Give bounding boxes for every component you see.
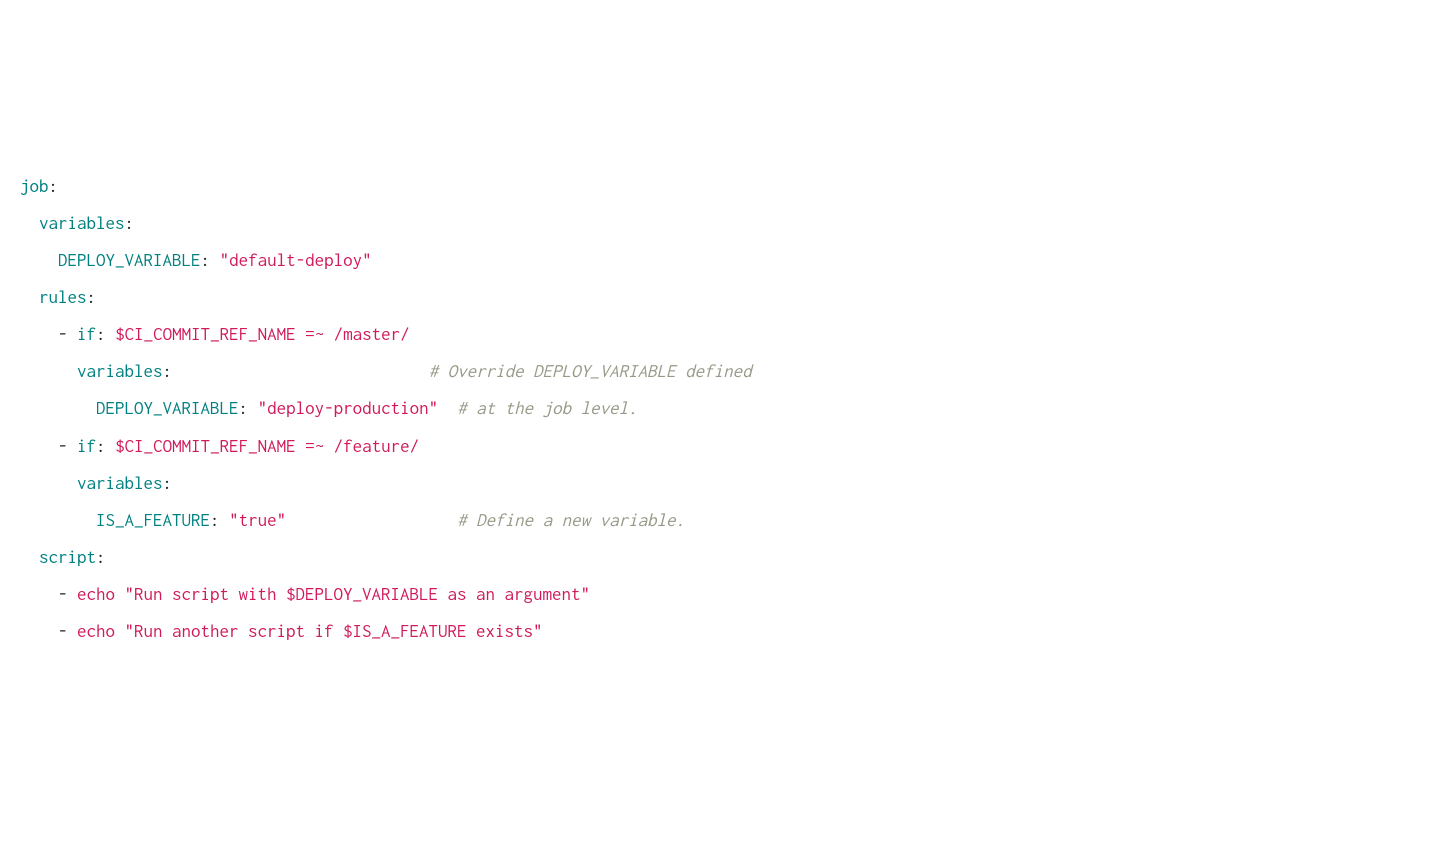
yaml-key: if (77, 436, 96, 456)
yaml-dash: - (58, 324, 68, 344)
yaml-key: DEPLOY_VARIABLE (96, 398, 239, 418)
code-line: job: (20, 176, 58, 196)
yaml-colon: : (96, 436, 106, 456)
code-line: variables: (20, 473, 172, 493)
yaml-key: if (77, 324, 96, 344)
yaml-colon: : (163, 473, 173, 493)
yaml-colon: : (210, 510, 220, 530)
code-line: - if: $CI_COMMIT_REF_NAME =~ /feature/ (20, 436, 419, 456)
yaml-dash: - (58, 436, 68, 456)
code-line: DEPLOY_VARIABLE: "default-deploy" (20, 250, 372, 270)
yaml-string: "default-deploy" (220, 250, 372, 270)
yaml-string: echo "Run another script if $IS_A_FEATUR… (77, 621, 543, 641)
yaml-code-block: job: variables: DEPLOY_VARIABLE: "defaul… (20, 168, 1430, 650)
yaml-key: variables (77, 361, 163, 381)
yaml-key: job (20, 176, 49, 196)
yaml-colon: : (163, 361, 173, 381)
yaml-colon: : (125, 213, 135, 233)
yaml-key: script (39, 547, 96, 567)
code-line: - echo "Run another script if $IS_A_FEAT… (20, 621, 543, 641)
yaml-colon: : (239, 398, 249, 418)
yaml-key: variables (39, 213, 125, 233)
yaml-colon: : (201, 250, 211, 270)
yaml-dash: - (58, 621, 68, 641)
yaml-string: $CI_COMMIT_REF_NAME =~ /master/ (115, 324, 410, 344)
code-line: - if: $CI_COMMIT_REF_NAME =~ /master/ (20, 324, 410, 344)
yaml-colon: : (96, 324, 106, 344)
yaml-string: "true" (229, 510, 286, 530)
code-line: variables: (20, 213, 134, 233)
yaml-key: variables (77, 473, 163, 493)
yaml-key: DEPLOY_VARIABLE (58, 250, 201, 270)
code-line: IS_A_FEATURE: "true" # Define a new vari… (20, 510, 685, 530)
yaml-string: "deploy-production" (258, 398, 439, 418)
yaml-comment: # Override DEPLOY_VARIABLE defined (429, 361, 752, 381)
yaml-colon: : (87, 287, 97, 307)
yaml-colon: : (49, 176, 59, 196)
yaml-string: $CI_COMMIT_REF_NAME =~ /feature/ (115, 436, 419, 456)
yaml-key: IS_A_FEATURE (96, 510, 210, 530)
code-line: DEPLOY_VARIABLE: "deploy-production" # a… (20, 398, 638, 418)
yaml-key: rules (39, 287, 87, 307)
yaml-colon: : (96, 547, 106, 567)
yaml-comment: # at the job level. (457, 398, 638, 418)
yaml-comment: # Define a new variable. (457, 510, 685, 530)
code-line: variables: # Override DEPLOY_VARIABLE de… (20, 361, 752, 381)
code-line: rules: (20, 287, 96, 307)
code-line: script: (20, 547, 106, 567)
